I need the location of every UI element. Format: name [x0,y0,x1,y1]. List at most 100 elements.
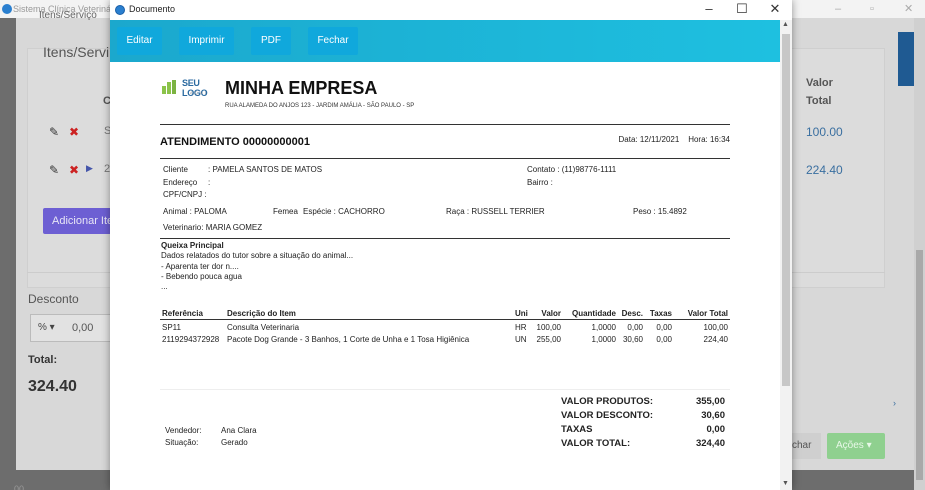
edit-icon[interactable]: ✎ [49,125,59,139]
atendimento-title: ATENDIMENTO 00000000001 [160,136,310,148]
cell-desc: 30,60 [622,335,643,344]
add-item-button[interactable]: Adicionar Ite [43,208,118,234]
col-valor-total: Valor Total [674,308,730,320]
document-scrollbar[interactable]: ▲ ▼ [780,20,792,490]
table-row: SP11 Consulta Veterinaria HR 100,00 1,00… [160,320,730,332]
modal-title: Documento [129,4,176,14]
queixa-line: - Bebendo pouca agua [161,272,242,281]
scroll-up-icon[interactable]: ▲ [782,21,789,28]
section-divider [160,238,730,239]
col-descricao: Descrição do Item [225,308,513,320]
date-label: Data: 12/11/2021 [618,135,680,144]
raca: Raça : RUSSELL TERRIER [446,207,545,216]
delete-icon[interactable]: ✖ [69,163,79,177]
situacao-label: Situação: [165,438,199,447]
desconto-input[interactable]: 0,00 [63,314,113,342]
logo-subtext: AQUI [190,90,208,95]
fechar-button[interactable]: Fechar [308,27,358,55]
page-scrollbar-thumb[interactable] [916,250,923,480]
cell-descricao: Consulta Veterinaria [227,323,300,332]
cell-valor: 255,00 [536,335,561,344]
document-toolbar: Editar Imprimir PDF Fechar [110,20,780,62]
endereco-label: Endereço [163,178,198,187]
col-referencia: Referência [160,308,225,320]
desconto-type-select[interactable]: % ▾ [30,314,64,342]
cell-uni: HR [515,323,527,332]
atendimento-datetime: Data: 12/11/2021 Hora: 16:34 [619,135,731,144]
minimize-icon[interactable]: – [699,1,719,16]
cell-taxas: 0,00 [656,335,672,344]
info-divider [160,158,730,159]
contato: Contato : (11)98776-1111 [527,165,617,174]
company-address: RUA ALAMEDA DO ANJOS 123 - JARDIM AMÁLIA… [225,103,415,109]
col-uni: Uni [513,308,533,320]
row-total: 100.00 [806,125,843,139]
logo-mark [162,80,180,94]
hour-label: Hora: 16:34 [688,135,730,144]
situacao-value: Gerado [221,438,248,447]
chevron-right-icon[interactable]: › [893,398,896,408]
maximize-icon[interactable]: ▫ [870,0,874,18]
valor-total-label: VALOR TOTAL: [561,438,631,449]
col-valor: Valor [533,308,563,320]
table-row: 2119294372928 Pacote Dog Grande - 3 Banh… [160,332,730,344]
close-icon[interactable]: ✕ [765,1,785,17]
valor-produtos-label: VALOR PRODUTOS: [561,396,654,407]
cell-quantidade: 1,0000 [591,335,616,344]
cell-referencia: 2119294372928 [162,335,220,344]
app-icon [2,4,12,14]
editar-button[interactable]: Editar [117,27,162,55]
valor-desconto-label: VALOR DESCONTO: [561,410,654,421]
company-name: MINHA EMPRESA [225,78,378,98]
col-desc: Desc. [618,308,645,320]
queixa-line: Dados relatados do tutor sobre a situaçã… [161,251,354,260]
vendedor-label: Vendedor: [165,426,202,435]
cell-uni: UN [515,335,527,344]
document-scrollbar-thumb[interactable] [782,34,790,386]
document-modal: Documento – ☐ ✕ Editar Imprimir PDF Fech… [110,0,792,490]
header-divider [160,124,730,125]
cell-valor-total: 224,40 [703,335,728,344]
totals-divider [160,389,730,390]
desconto-type-value: % [38,322,47,333]
delete-icon[interactable]: ✖ [69,125,79,139]
expand-icon[interactable]: ▶ [86,163,93,174]
document-app-icon [115,5,125,15]
taxas-value: 0,00 [706,424,726,435]
bairro: Bairro : [527,178,553,187]
cliente-value: : PAMELA SANTOS DE MATOS [208,165,323,174]
pdf-button[interactable]: PDF [251,27,291,55]
edit-icon[interactable]: ✎ [49,163,59,177]
veterinario: Veterinario: MARIA GOMEZ [163,223,263,232]
bottom-corner-text: 00 [14,484,25,490]
scroll-down-icon[interactable]: ▼ [782,480,789,487]
total-label: Total [806,95,832,107]
imprimir-button[interactable]: Imprimir [179,27,234,55]
table-header-row: Referência Descrição do Item Uni Valor Q… [160,308,730,320]
section-title: Itens/Servi [43,44,110,60]
vendedor-value: Ana Clara [221,426,257,435]
total-value: 324.40 [28,378,77,395]
queixa-line: ... [161,282,168,291]
acoes-button[interactable]: Ações ▾ [827,433,885,459]
document-page: SEU LOGO AQUI MINHA EMPRESA RUA ALAMEDA … [160,62,730,490]
valor-total-value: 324,40 [695,438,725,449]
minimize-icon[interactable]: – [835,0,841,18]
row-total: 224.40 [806,163,843,177]
especie: Espécie : CACHORRO [303,207,385,216]
maximize-icon[interactable]: ☐ [732,1,752,17]
cell-referencia: SP11 [162,323,181,332]
total-heading: Total: [28,354,58,366]
sexo: Femea [273,207,298,216]
valor-desconto-value: 30,60 [701,410,725,421]
col-quantidade: Quantidade [563,308,618,320]
valor-produtos-value: 355,00 [695,396,725,407]
queixa-line: - Aparenta ter dor n.... [161,262,239,271]
col-taxas: Taxas [645,308,674,320]
close-icon[interactable]: ✕ [904,0,913,18]
modal-titlebar: Documento – ☐ ✕ [110,0,792,20]
cliente-label: Cliente [163,165,188,174]
peso: Peso : 15.4892 [633,207,687,216]
queixa-title: Queixa Principal [161,241,224,250]
acoes-label: Ações [836,440,864,451]
